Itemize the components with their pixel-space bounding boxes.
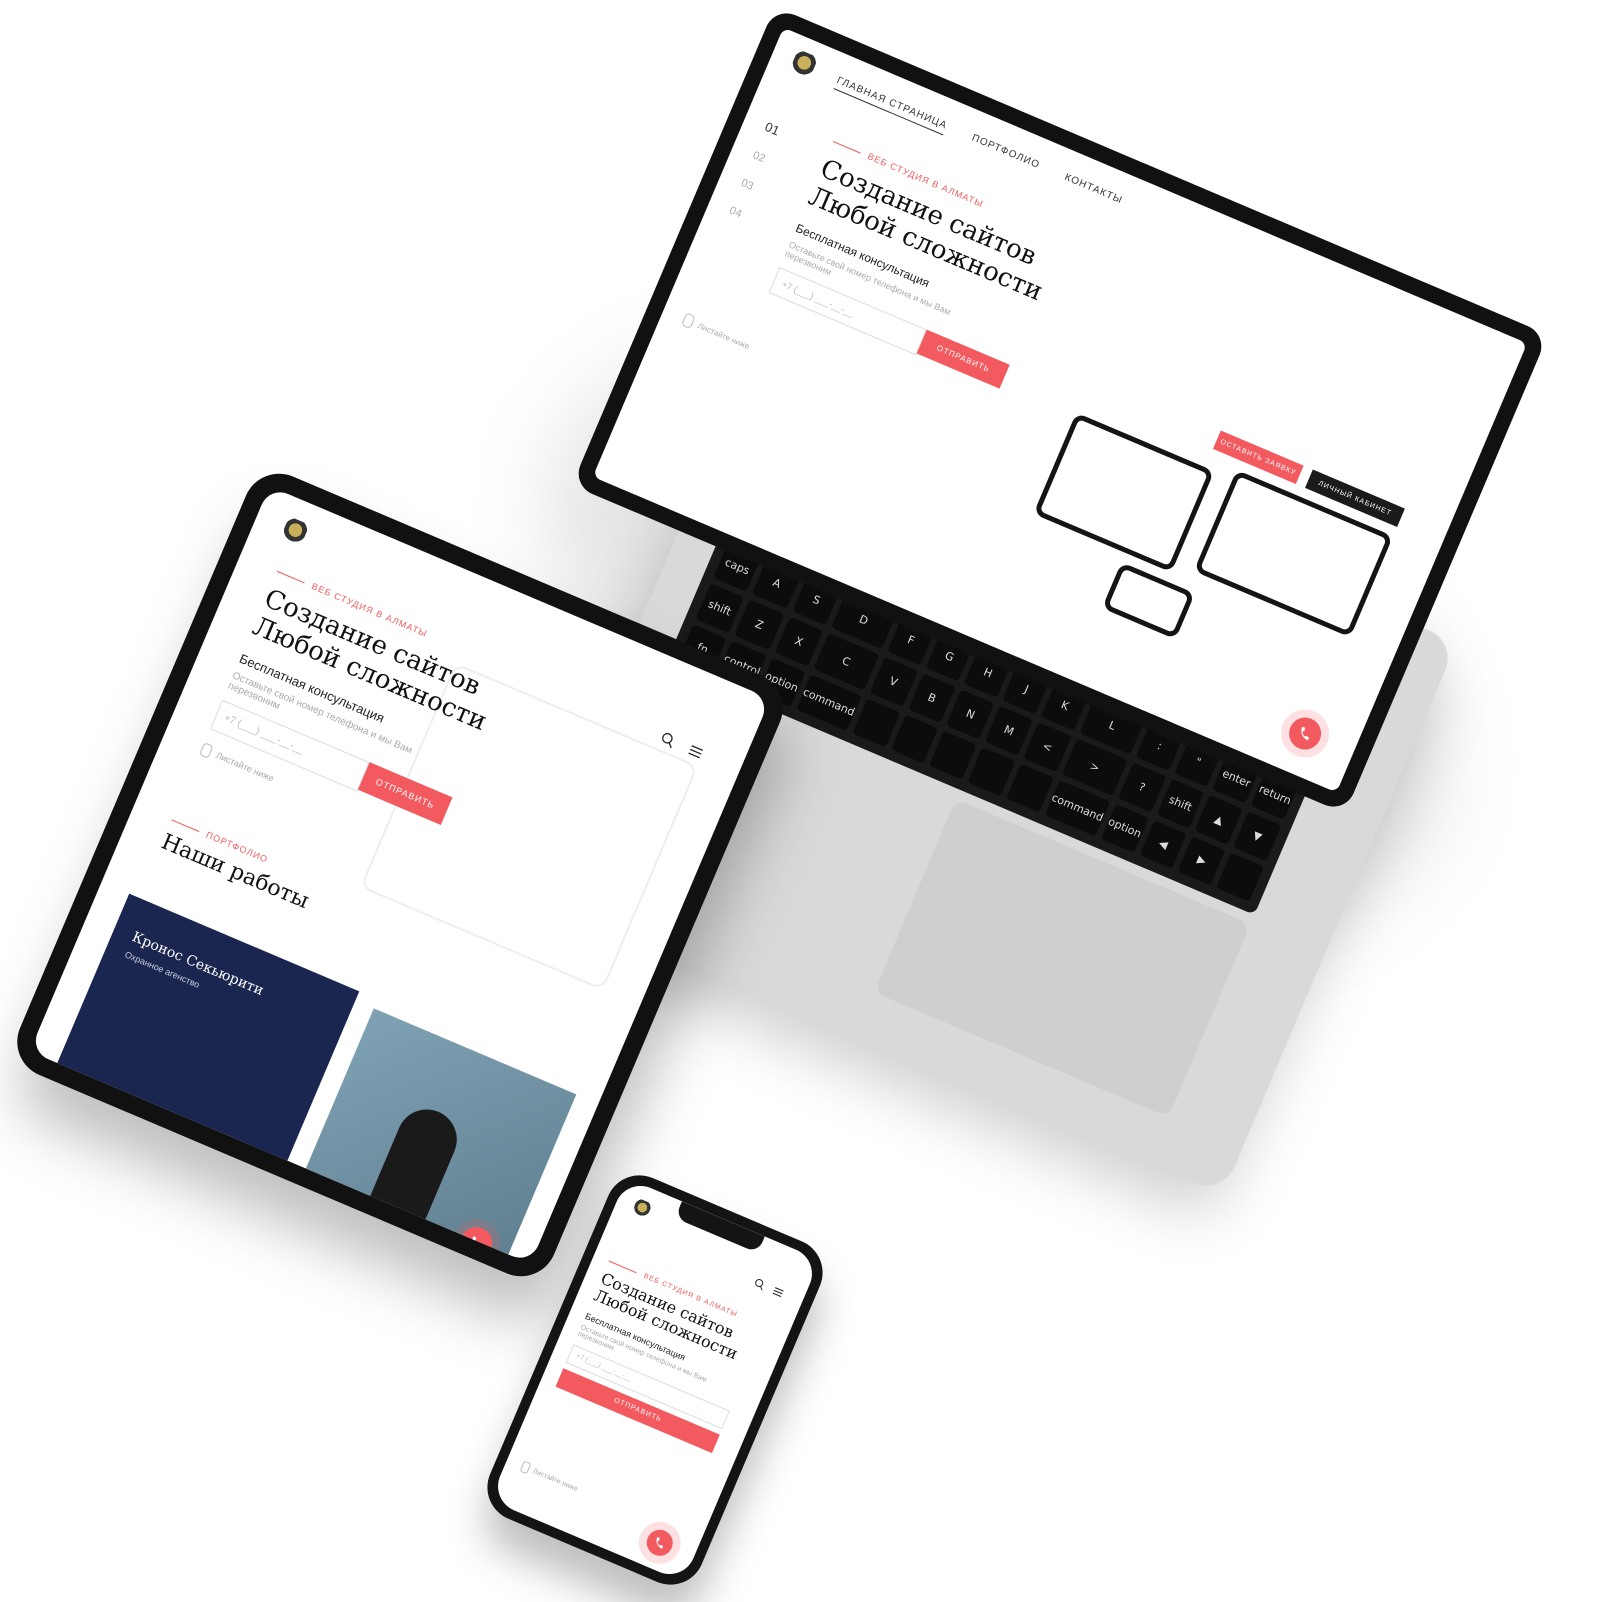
key[interactable]: ◀ [1139,819,1188,870]
key[interactable]: option [1100,803,1149,853]
key[interactable]: Z [734,599,785,650]
scroll-hint: Листайте ниже [681,312,752,353]
menu-icon[interactable] [685,741,706,762]
key[interactable]: B [907,673,957,723]
search-icon[interactable] [658,730,679,751]
call-button[interactable] [1284,712,1327,755]
nav-item-home[interactable]: ГЛАВНАЯ СТРАНИЦА [833,75,949,136]
phone-hero: ВЕБ СТУДИЯ В АЛМАТЫ Создание сайтов Любо… [555,1258,767,1453]
logo-icon[interactable] [279,516,310,549]
key[interactable] [890,714,939,764]
laptop-hero: ВЕБ СТУДИЯ В АЛМАТЫ Создание сайтов Любо… [768,136,1067,390]
key[interactable]: X [774,616,823,667]
menu-icon[interactable] [770,1284,786,1300]
logo-icon[interactable] [788,49,819,82]
key[interactable]: < [1023,722,1072,772]
key[interactable]: M [984,705,1033,756]
key[interactable] [1006,763,1055,813]
logo-icon[interactable] [630,1197,653,1221]
device-mockup-stage: ~!@#$%^&*()_+deletetabQWERTYUIOP{}|capsA… [0,0,1600,1602]
key[interactable] [852,697,901,748]
phone-icon [472,1236,481,1250]
key[interactable] [929,730,978,780]
phone-icon [656,1537,664,1549]
key[interactable]: N [946,689,995,739]
slide-steps: 01 02 03 04 [728,119,782,221]
portfolio-section: ПОРТФОЛИО Наши работы [157,815,318,915]
key[interactable]: ▼ [1233,811,1282,861]
key[interactable] [967,746,1016,797]
mouse-icon [519,1460,532,1475]
key[interactable]: shift [1156,778,1205,829]
key[interactable]: V [869,656,918,707]
scroll-hint-label: Листайте ниже [214,749,276,784]
key[interactable]: ? [1118,762,1167,812]
scroll-hint-label: Листайте ниже [531,1467,579,1493]
nav-item-portfolio[interactable]: ПОРТФОЛИО [969,133,1041,175]
mini-tablet-mockup [1033,412,1215,573]
order-button[interactable]: ОСТАВИТЬ ЗАЯВКУ [1212,430,1304,485]
mouse-icon [199,741,214,759]
nav-item-contacts[interactable]: КОНТАКТЫ [1061,172,1124,210]
scroll-hint-label: Листайте ниже [696,320,752,351]
scroll-hint: Листайте ниже [519,1460,580,1495]
mouse-icon [681,312,696,330]
key[interactable]: ▶ [1177,835,1226,886]
submit-button[interactable]: ОТПРАВИТЬ [916,329,1010,389]
step-item[interactable]: 04 [728,205,746,222]
phone-icon [1301,726,1309,741]
step-item[interactable]: 02 [751,149,769,166]
portfolio-card[interactable]: Кронос Секьюрити Охранное агенство [54,893,360,1167]
step-item[interactable]: 01 [763,119,782,138]
portfolio-card-photo[interactable] [295,1008,577,1264]
mini-phone-mockup [1101,562,1196,640]
step-item[interactable]: 03 [739,177,757,194]
person-photo [367,1100,467,1225]
call-button[interactable] [642,1525,677,1560]
phone-notch [674,1201,765,1254]
key[interactable] [1216,852,1265,902]
key[interactable]: shift [695,583,744,633]
search-icon[interactable] [752,1276,768,1292]
key[interactable]: ▲ [1195,794,1244,845]
